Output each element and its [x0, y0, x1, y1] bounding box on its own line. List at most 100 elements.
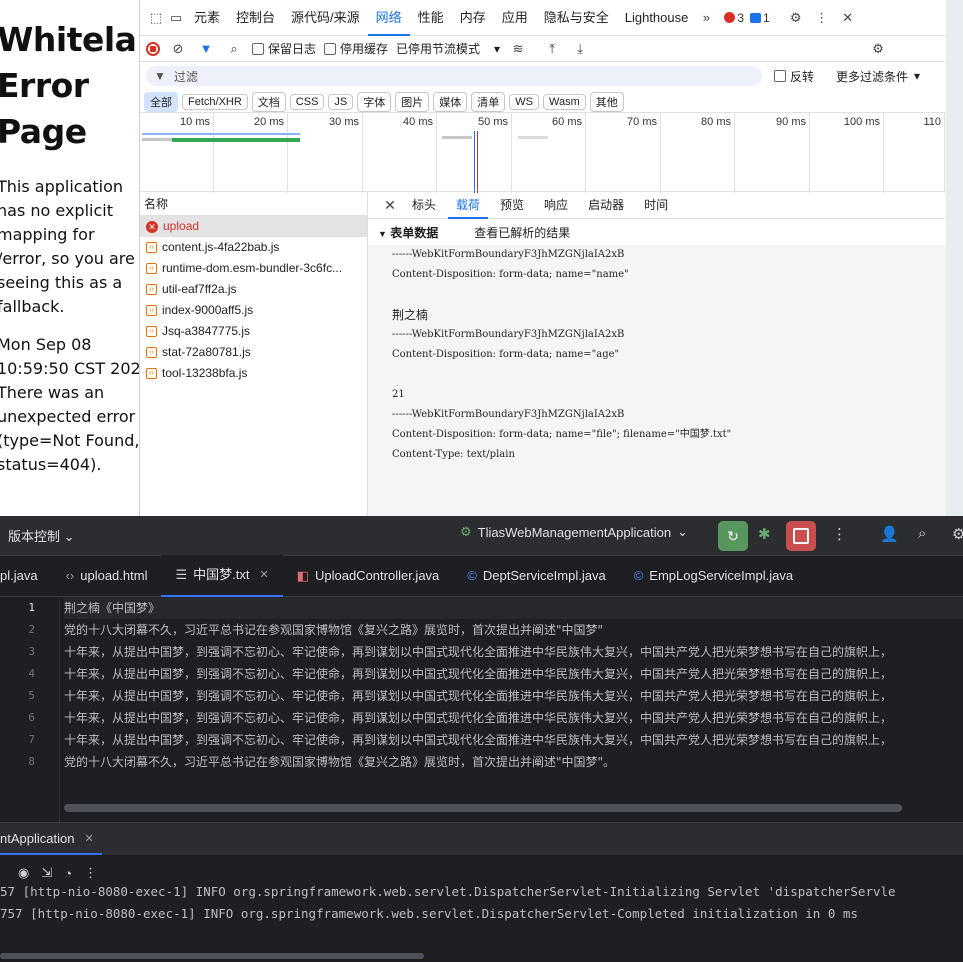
request-row-upload[interactable]: ✕ upload	[140, 216, 367, 237]
view-parsed-link[interactable]: 查看已解析的结果	[474, 224, 570, 241]
tab-preview[interactable]: 预览	[492, 192, 532, 219]
more-actions-icon[interactable]: ⋮	[832, 525, 847, 543]
stop-button[interactable]	[786, 521, 816, 551]
editor-tab-emplog-service-impl[interactable]: © EmpLogServiceImpl.java	[620, 555, 807, 597]
invert-checkbox[interactable]: 反转	[774, 68, 814, 85]
horizontal-scrollbar[interactable]	[64, 804, 902, 812]
tab-elements[interactable]: 元素	[186, 0, 228, 36]
inspect-element-icon[interactable]: ⬚	[146, 8, 166, 28]
filter-funnel-icon: ▼	[154, 69, 166, 83]
more-tabs-icon[interactable]: »	[696, 8, 716, 28]
tab-headers[interactable]: 标头	[404, 192, 444, 219]
preserve-log-checkbox[interactable]: 保留日志	[252, 40, 316, 57]
request-row[interactable]: ‹› runtime-dom.esm-bundler-3c6fc...	[140, 258, 367, 279]
screenshot-camera-icon[interactable]: ◉	[18, 865, 29, 881]
editor-tab-upload-html[interactable]: ‹› upload.html	[52, 555, 162, 597]
console-horizontal-scrollbar[interactable]	[0, 953, 424, 959]
debug-bug-icon[interactable]: ✱	[758, 525, 771, 543]
more-actions-icon[interactable]: ⋮	[84, 865, 97, 881]
request-row[interactable]: ‹› util-eaf7ff2a.js	[140, 279, 367, 300]
type-filter-all[interactable]: 全部	[144, 92, 178, 112]
search-icon[interactable]: ⌕	[918, 525, 926, 542]
checkbox-icon	[252, 42, 264, 55]
filter-input[interactable]: ▼ 过滤	[146, 66, 762, 86]
type-filter-css[interactable]: CSS	[289, 94, 325, 110]
network-conditions-icon[interactable]: ≋	[508, 39, 528, 59]
record-button[interactable]	[146, 41, 160, 56]
editor-tab-dept-service-impl[interactable]: © DeptServiceImpl.java	[453, 555, 619, 597]
type-filter-js[interactable]: JS	[328, 94, 354, 110]
close-tab-icon[interactable]: ✕	[84, 823, 93, 853]
desc-line: has no explicit	[0, 201, 113, 220]
tab-network[interactable]: 网络	[367, 0, 410, 36]
tab-performance[interactable]: 性能	[410, 0, 452, 36]
type-filter-wasm[interactable]: Wasm	[543, 94, 586, 110]
type-filter-doc[interactable]: 文档	[251, 92, 286, 112]
code-content[interactable]: 荆之楠《中国梦》 党的十八大闭幕不久，习近平总书记在参观国家博物馆《复兴之路》展…	[64, 597, 963, 773]
editor-tab-upload-controller[interactable]: ◧ UploadController.java	[283, 555, 454, 597]
line-number: 3	[28, 645, 35, 658]
run-configuration-selector[interactable]: ⚙ TliasWebManagementApplication ⌄	[460, 524, 688, 540]
tab-sources[interactable]: 源代码/来源	[283, 0, 368, 36]
request-row[interactable]: ‹› stat-72a80781.js	[140, 342, 367, 363]
payload-line: ------WebKitFormBoundaryF3JhMZGNjlaIA2xB	[392, 329, 625, 340]
tab-response[interactable]: 响应	[536, 192, 576, 219]
filter-icon[interactable]: ▼	[196, 39, 216, 59]
settings-gear-icon[interactable]: ⚙	[952, 525, 963, 543]
more-filters-dropdown[interactable]: 更多过滤条件 ▾	[836, 68, 920, 85]
error-page-title: Whitelab Error Page	[0, 17, 139, 155]
close-icon[interactable]: ✕	[380, 195, 400, 215]
chevron-down-icon: ⌄	[63, 529, 75, 544]
tab-payload[interactable]: 载荷	[448, 192, 489, 219]
error-count-badge[interactable]: 3 1	[724, 11, 770, 25]
device-toolbar-icon[interactable]: ▭	[166, 8, 186, 28]
disable-cache-checkbox[interactable]: 停用缓存	[324, 40, 388, 57]
add-user-icon[interactable]: 👤	[880, 525, 899, 543]
tab-initiator[interactable]: 启动器	[580, 192, 632, 219]
code-editor[interactable]: 1 2 3 4 5 6 7 8 荆之楠《中国梦》 党的十八大闭幕不久，习近平总书…	[0, 597, 963, 822]
request-list-header[interactable]: 名称	[140, 192, 367, 216]
request-row[interactable]: ‹› Jsq-a3847775.js	[140, 321, 367, 342]
version-control-menu[interactable]: 版本控制 ⌄	[0, 526, 75, 545]
tab-console[interactable]: 控制台	[228, 0, 283, 36]
request-row[interactable]: ‹› tool-13238bfa.js	[140, 363, 367, 384]
type-filter-img[interactable]: 图片	[395, 92, 430, 112]
network-settings-gear-icon[interactable]: ⚙	[868, 39, 888, 59]
close-tab-icon[interactable]: ✕	[259, 554, 268, 596]
search-icon[interactable]: ⌕	[224, 39, 244, 59]
type-filter-font[interactable]: 字体	[357, 92, 392, 112]
throttle-select[interactable]: 已停用节流模式 ▾	[396, 40, 500, 57]
tab-privacy-security[interactable]: 隐私与安全	[536, 0, 617, 36]
type-filter-other[interactable]: 其他	[589, 92, 624, 112]
editor-tab-zhongguomeng-txt[interactable]: ☰ 中国梦.txt ✕	[161, 554, 283, 597]
import-icon[interactable]: ⇲	[41, 865, 52, 881]
run-tab[interactable]: ntApplication ✕	[0, 823, 102, 855]
timeline-tick: 10 ms	[180, 113, 214, 193]
timeline-tick: 40 ms	[403, 113, 437, 193]
request-row[interactable]: ‹› index-9000aff5.js	[140, 300, 367, 321]
form-data-toggle[interactable]: ▼ 表单数据	[378, 224, 438, 241]
tab-timing[interactable]: 时间	[636, 192, 676, 219]
request-row[interactable]: ‹› content.js-4fa22bab.js	[140, 237, 367, 258]
rerun-button[interactable]: ↻	[718, 521, 748, 551]
console-output[interactable]: 57 [http-nio-8080-exec-1] INFO org.sprin…	[0, 881, 963, 925]
clear-icon[interactable]: ⊘	[168, 39, 188, 59]
settings-gear-icon[interactable]: ⚙	[786, 8, 806, 28]
import-har-icon[interactable]: ⤒	[542, 39, 562, 59]
desc-line: seeing this as a	[0, 273, 123, 292]
editor-tab-impl-java[interactable]: pl.java	[0, 555, 52, 597]
close-devtools-icon[interactable]: ✕	[838, 8, 858, 28]
tab-lighthouse[interactable]: Lighthouse	[617, 0, 697, 36]
type-filter-media[interactable]: 媒体	[433, 92, 468, 112]
network-overview-timeline[interactable]: 10 ms 20 ms 30 ms 40 ms 50 ms 60 ms 70 m…	[140, 112, 946, 193]
line-number: 7	[28, 733, 35, 746]
tab-application[interactable]: 应用	[494, 0, 536, 36]
export-har-icon[interactable]: ⤓	[570, 39, 590, 59]
tab-memory[interactable]: 内存	[452, 0, 494, 36]
timeline-tick: 50 ms	[478, 113, 512, 193]
profiler-gauge-icon[interactable]: ◔	[64, 866, 72, 881]
more-options-icon[interactable]: ⋮	[812, 8, 832, 28]
type-filter-manifest[interactable]: 清单	[471, 92, 506, 112]
type-filter-fetch-xhr[interactable]: Fetch/XHR	[182, 94, 248, 110]
type-filter-ws[interactable]: WS	[509, 94, 539, 110]
